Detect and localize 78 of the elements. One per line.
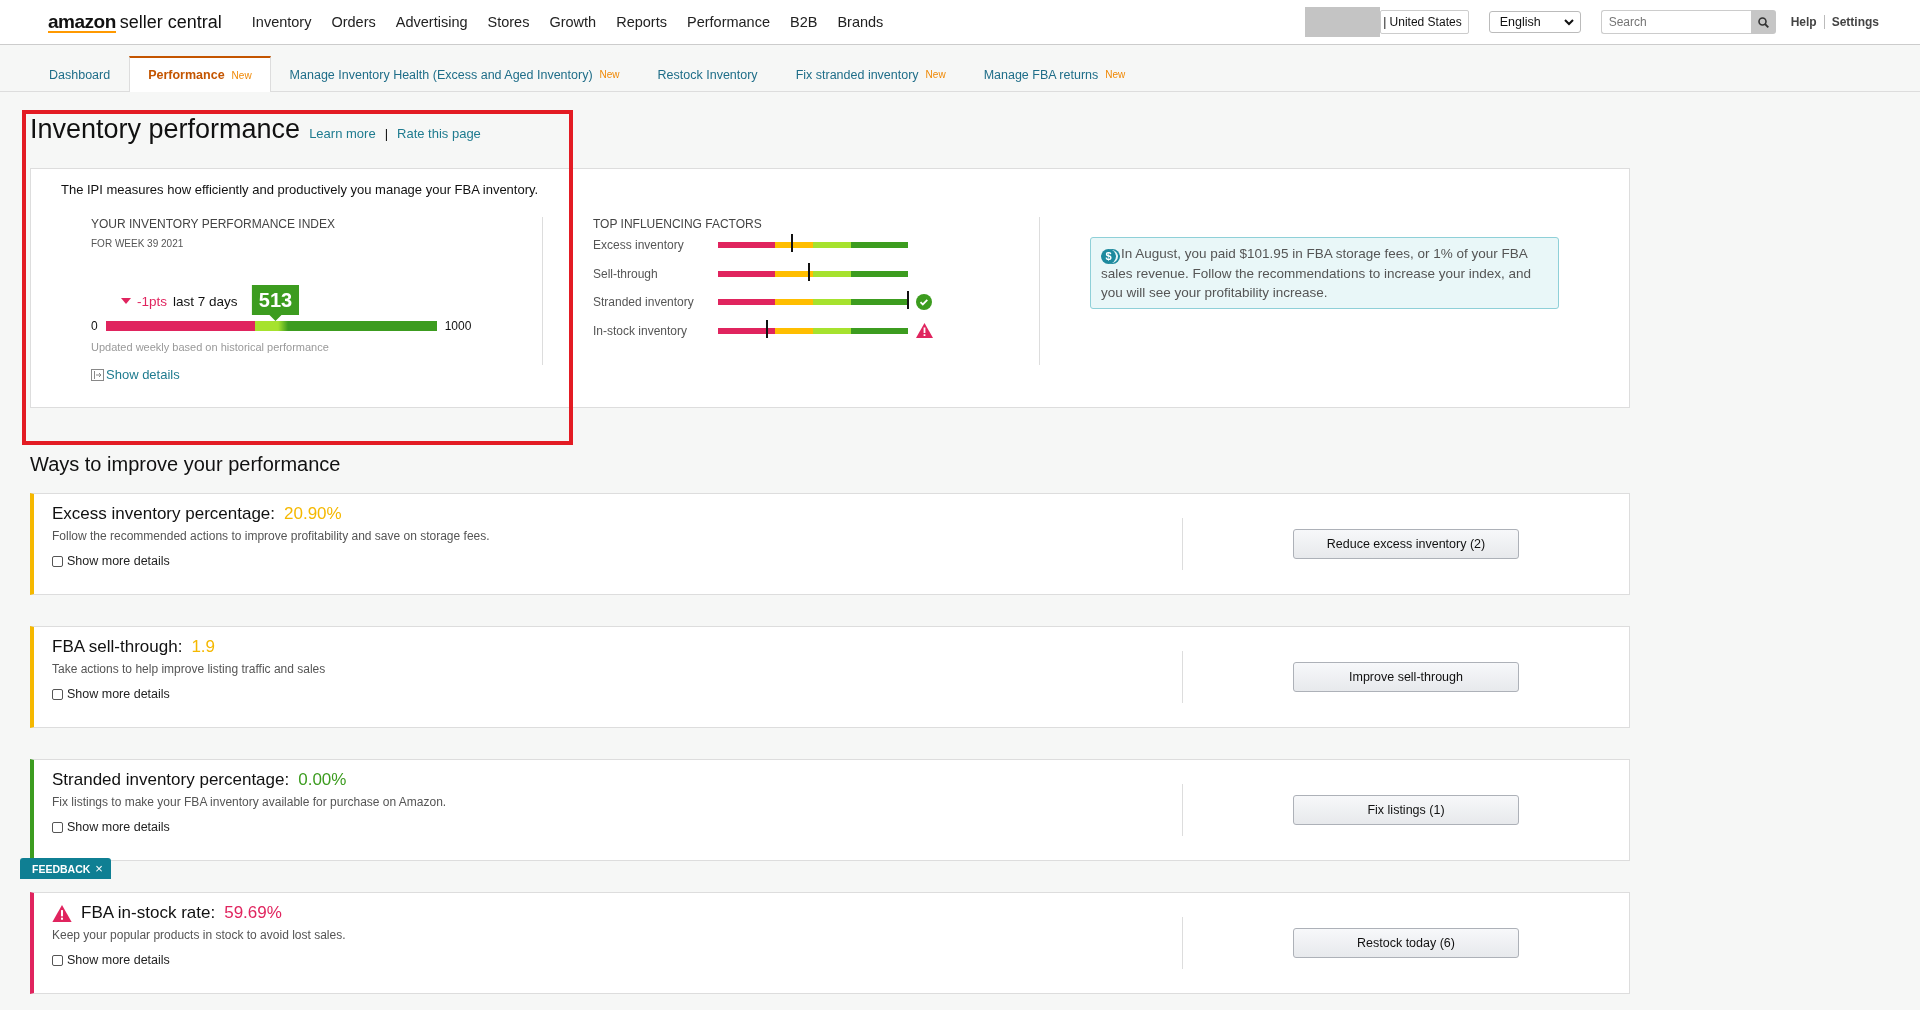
tab[interactable]: Dashboard [30,56,130,92]
checkbox-label[interactable]: Show more details [67,820,170,834]
search-field[interactable]: Search [1600,10,1751,34]
new-label: New [925,69,946,80]
nav-menu-item[interactable]: Growth [549,14,597,30]
gauge-max: 1000 [444,319,472,333]
action-button[interactable]: Restock today (6) [1293,928,1519,958]
checkbox[interactable] [52,555,63,567]
factors-title: TOP INFLUENCING FACTORS [593,217,763,231]
tab[interactable]: Performance New [129,56,271,92]
metric-value: 59.69% [224,903,282,923]
header-link[interactable]: Rate this page [397,126,481,141]
factor-label: Sell-through [593,266,659,281]
nav-menu-item[interactable]: Brands [837,14,884,30]
metric-value: 20.90% [284,504,342,524]
show-details-link[interactable]: Show details [106,367,180,382]
nav-menu-item[interactable]: B2B [790,14,818,30]
expand-icon [91,368,104,381]
logo-brand[interactable]: amazon [48,12,116,33]
index-title: YOUR INVENTORY PERFORMANCE INDEX [91,217,337,231]
change-period: last 7 days [173,293,238,309]
logo-product[interactable]: seller central [119,11,222,33]
metric-description: Fix listings to make your FBA inventory available for purchase on Amazon. [52,795,448,809]
metric-label: FBA sell-through: [52,637,183,657]
checkbox[interactable] [52,821,63,833]
feedback-tab[interactable]: FEEDBACK × [20,858,111,879]
metric-value: 1.9 [191,637,216,657]
search-icon [1757,16,1769,28]
link-separator: | [384,126,388,141]
marketplace-selector[interactable]: | United States [1380,10,1469,34]
new-label: New [1105,69,1126,80]
tab[interactable]: Restock Inventory [638,56,777,92]
header-link[interactable]: Learn more [309,126,376,141]
new-label: New [231,69,252,81]
action-button[interactable]: Fix listings (1) [1293,795,1519,825]
tab[interactable]: Fix stranded inventory New [776,56,965,92]
checkbox[interactable] [52,954,63,966]
metric-description: Follow the recommended actions to improve profitability and save on storage fees. [52,529,491,543]
metric-description: Take actions to help improve listing traffic and sales [52,662,327,676]
week-label: FOR WEEK 39 2021 [91,238,185,249]
down-triangle-icon [121,298,131,304]
nav-menu-item[interactable]: Stores [487,14,530,30]
checkbox-label[interactable]: Show more details [67,953,170,967]
tab[interactable]: Manage Inventory Health (Excess and Aged Inventory) New [270,56,639,92]
header-link[interactable]: Settings [1824,15,1886,29]
change-value: -1pts [137,293,167,309]
factor-label: In-stock inventory [593,323,689,338]
nav-menu-item[interactable]: Inventory [251,14,312,30]
factor-label: Excess inventory [593,238,685,253]
metric-description: Keep your popular products in stock to avoid lost sales. [52,928,347,942]
header-link[interactable]: Help [1783,15,1824,29]
checkbox-label[interactable]: Show more details [67,554,170,568]
gauge-min: 0 [91,319,98,333]
metric-label: Stranded inventory percentage: [52,770,290,790]
chevron-down-icon [1563,18,1574,26]
intro-text: The IPI measures how efficiently and productively you manage your FBA inventory. [61,182,540,197]
new-label: New [599,69,620,80]
factor-label: Stranded inventory [593,295,695,310]
tab[interactable]: Manage FBA returns New [964,56,1145,92]
action-button[interactable]: Improve sell-through [1293,662,1519,692]
metric-label: Excess inventory percentage: [52,504,275,524]
nav-menu-item[interactable]: Performance [686,14,770,30]
metric-label: FBA in-stock rate: [81,903,216,923]
action-button[interactable]: Reduce excess inventory (2) [1293,529,1519,559]
update-note: Updated weekly based on historical performance [91,341,330,353]
search-button[interactable] [1750,10,1776,34]
language-select[interactable]: English [1488,11,1581,33]
metric-value: 0.00% [298,770,347,790]
checkbox-label[interactable]: Show more details [67,687,170,701]
section-title: Ways to improve your performance [30,453,342,476]
info-message: $ In August, you paid $101.95 in FBA storage fees, or 1% of your FBA sales revenue. Follow the recommendations to increase your index, and you will see your profitability increase. [1090,237,1559,309]
nav-menu-item[interactable]: Advertising [395,14,468,30]
close-icon[interactable]: × [95,861,103,876]
nav-menu-item[interactable]: Reports [616,14,667,30]
nav-menu-item[interactable]: Orders [331,14,376,30]
score-badge: 513 [251,285,300,321]
checkbox[interactable] [52,688,63,700]
page-title: Inventory performance [30,114,301,145]
